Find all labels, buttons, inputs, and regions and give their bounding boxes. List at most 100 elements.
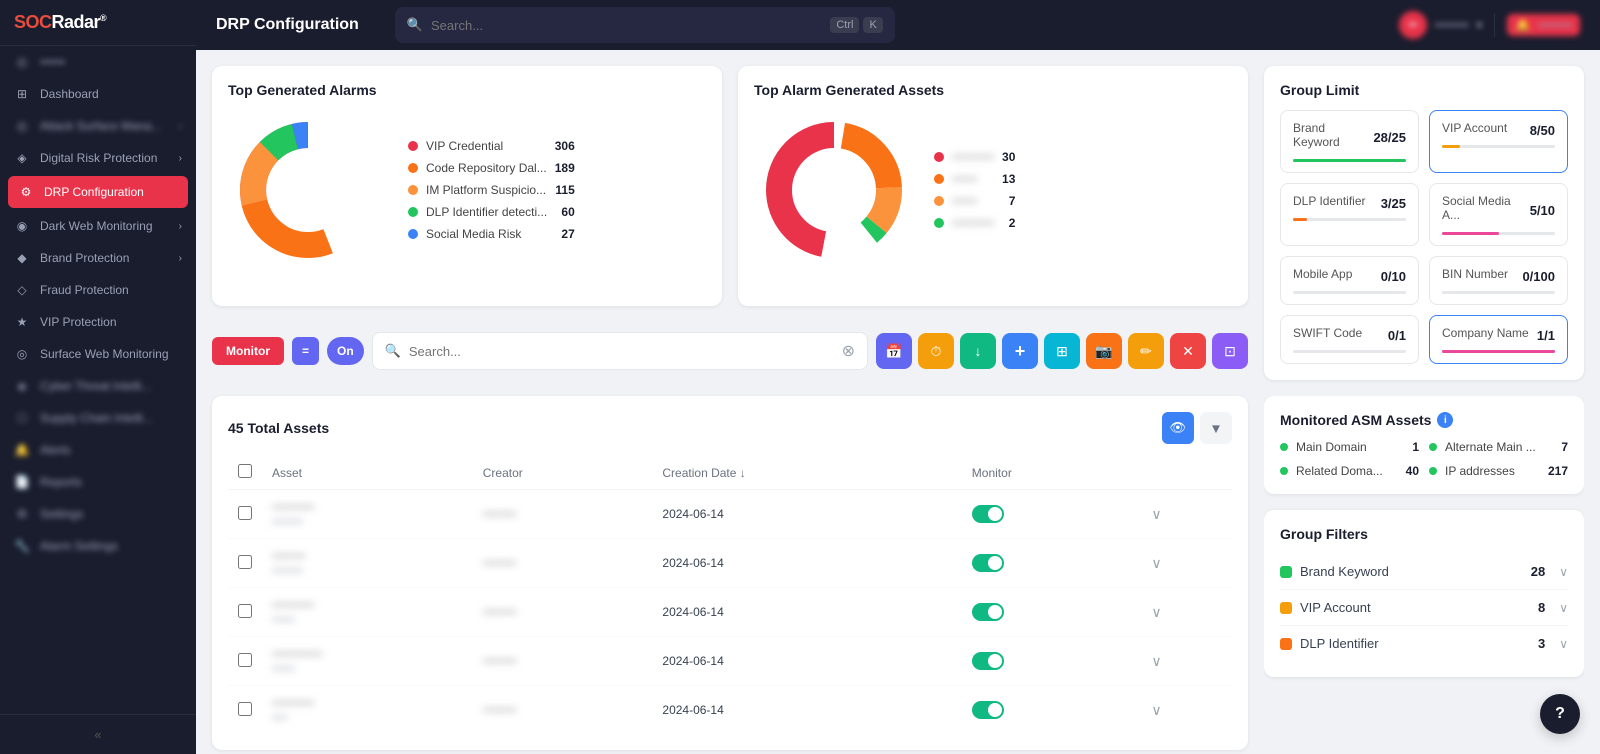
gf-vip-count: 8 (1538, 600, 1545, 615)
asset4-value: 2 (1009, 216, 1016, 230)
asm-title-text: Monitored ASM Assets (1280, 412, 1431, 428)
filter-view-button[interactable]: ▼ (1200, 412, 1232, 444)
sidebar-item-fraud-protection[interactable]: ◇ Fraud Protection (0, 274, 196, 306)
select-all-checkbox[interactable] (238, 464, 252, 478)
top-alarms-title: Top Generated Alarms (228, 82, 706, 98)
delete-button[interactable]: ✕ (1170, 333, 1206, 369)
filter-search-input[interactable] (409, 344, 834, 359)
legend-item: •••••••••• 2 (934, 216, 1015, 230)
page-title: DRP Configuration (216, 16, 359, 34)
creation-date: 2024-06-14 (652, 588, 961, 637)
user-menu[interactable]: •• •••••••• ▾ (1399, 11, 1483, 39)
ip-addresses-count: 217 (1548, 464, 1568, 478)
row-checkbox[interactable] (238, 653, 252, 667)
gl-dlp-identifier[interactable]: DLP Identifier 3/25 (1280, 183, 1419, 246)
add-button[interactable]: + (1002, 333, 1038, 369)
monitor-toggle[interactable] (972, 505, 1004, 523)
timer-button[interactable]: ⏱ (918, 333, 954, 369)
grid-button[interactable]: ⊞ (1044, 333, 1080, 369)
monitor-button[interactable]: Monitor (212, 337, 284, 365)
edit-button[interactable]: ✏ (1128, 333, 1164, 369)
monitor-toggle[interactable] (972, 701, 1004, 719)
monitor-toggle[interactable] (972, 603, 1004, 621)
gf-dlp-count: 3 (1538, 636, 1545, 651)
sidebar-item-digital-risk[interactable]: ◈ Digital Risk Protection › (0, 142, 196, 174)
sidebar-item-label: Fraud Protection (40, 283, 129, 297)
filter-search-bar[interactable]: 🔍 ⊗ (372, 332, 868, 370)
digital-risk-icon: ◈ (14, 151, 30, 165)
dlp-dot (408, 207, 418, 217)
gl-brand-keyword[interactable]: Brand Keyword 28/25 (1280, 110, 1419, 173)
row-checkbox[interactable] (238, 702, 252, 716)
group-filters-list: Brand Keyword 28 ∨ VIP Account 8 ∨ DLP I… (1280, 554, 1568, 661)
download-button[interactable]: ↓ (960, 333, 996, 369)
calendar-button[interactable]: 📅 (876, 333, 912, 369)
expand-row-btn[interactable]: ∨ (1151, 653, 1161, 670)
monitor-toggle[interactable] (972, 652, 1004, 670)
gf-brand-keyword[interactable]: Brand Keyword 28 ∨ (1280, 554, 1568, 590)
expand-row-btn[interactable]: ∨ (1151, 555, 1161, 572)
row-checkbox[interactable] (238, 604, 252, 618)
chevron-right-icon: › (179, 221, 182, 232)
logo: SOCRadar® (0, 0, 196, 46)
filter-action-buttons: 📅 ⏱ ↓ + ⊞ 📷 ✏ ✕ ⊡ (876, 333, 1248, 369)
sidebar-item-drp-config[interactable]: ⚙ DRP Configuration (8, 176, 188, 208)
expand-row-btn[interactable]: ∨ (1151, 506, 1161, 523)
k-key: K (863, 17, 882, 33)
gl-bin-number[interactable]: BIN Number 0/100 (1429, 256, 1568, 305)
sidebar-item-vip-protection[interactable]: ★ VIP Protection (0, 306, 196, 338)
equals-button[interactable]: = (292, 337, 319, 365)
sidebar-item-blurred: ◎ •••••• (0, 46, 196, 78)
sidebar-item-dashboard[interactable]: ⊞ Dashboard (0, 78, 196, 110)
gf-dlp-identifier[interactable]: DLP Identifier 3 ∨ (1280, 626, 1568, 661)
sidebar-item-attack-surface[interactable]: ◎ Attack Surface Mana... › (0, 110, 196, 142)
sidebar-item-brand-protection[interactable]: ◆ Brand Protection › (0, 242, 196, 274)
gl-swift-code[interactable]: SWIFT Code 0/1 (1280, 315, 1419, 364)
sidebar-item-alarm-settings: 🔧 Alarm Settings (0, 530, 196, 562)
row-checkbox[interactable] (238, 506, 252, 520)
help-button[interactable]: ? (1540, 694, 1580, 734)
alarms-legend: VIP Credential 306 Code Repository Dal..… (408, 139, 575, 241)
monitor-toggle[interactable] (972, 554, 1004, 572)
expand-row-btn[interactable]: ∨ (1151, 702, 1161, 719)
chevron-down-icon: ∨ (1559, 637, 1568, 651)
sidebar-collapse-btn[interactable]: « (0, 714, 196, 754)
gl-brand-keyword-label: Brand Keyword (1293, 121, 1373, 149)
camera-button[interactable]: 📷 (1086, 333, 1122, 369)
fraud-protection-icon: ◇ (14, 283, 30, 297)
dlp-value: 60 (561, 205, 574, 219)
gl-social-media[interactable]: Social Media A... 5/10 (1429, 183, 1568, 246)
clear-search-icon[interactable]: ⊗ (842, 341, 855, 361)
on-button[interactable]: On (327, 337, 364, 365)
table-row: •••••••••••••••••• •••••••• 2024-06-14 ∨ (228, 637, 1232, 686)
notification-btn[interactable]: 🔔 •••••••• (1507, 14, 1580, 36)
search-bar[interactable]: 🔍 Ctrl K (395, 7, 895, 43)
row-checkbox[interactable] (238, 555, 252, 569)
info-icon: i (1437, 412, 1453, 428)
asset-table-card: 45 Total Assets 👁 ▼ Asset Creator Creati… (212, 396, 1248, 750)
search-input[interactable] (431, 18, 822, 33)
gl-bin-value: 0/100 (1522, 269, 1555, 284)
sidebar-item-dark-web[interactable]: ◉ Dark Web Monitoring › (0, 210, 196, 242)
gl-company-name[interactable]: Company Name 1/1 (1429, 315, 1568, 364)
gl-bar-fill (1293, 159, 1406, 162)
gl-mobile-app[interactable]: Mobile App 0/10 (1280, 256, 1419, 305)
sidebar-item-settings: ⚙ Settings (0, 498, 196, 530)
gf-vip-account[interactable]: VIP Account 8 ∨ (1280, 590, 1568, 626)
monitor-col-header: Monitor (962, 456, 1142, 490)
eye-view-button[interactable]: 👁 (1162, 412, 1194, 444)
sidebar-icon: ◎ (14, 55, 30, 69)
gl-vip-account[interactable]: VIP Account 8/50 (1429, 110, 1568, 173)
sidebar-item-label: Settings (40, 507, 83, 521)
legend-item: Code Repository Dal... 189 (408, 161, 575, 175)
gl-bar (1442, 350, 1555, 353)
expand-row-btn[interactable]: ∨ (1151, 604, 1161, 621)
table-row: •••••••••••••••• •••••••• 2024-06-14 ∨ (228, 539, 1232, 588)
group-limit-grid: Brand Keyword 28/25 VIP Account 8/50 DLP… (1280, 110, 1568, 364)
sidebar-item-surface-web[interactable]: ◎ Surface Web Monitoring (0, 338, 196, 370)
im-platform-dot (408, 185, 418, 195)
gl-bar-fill (1442, 232, 1499, 235)
export-button[interactable]: ⊡ (1212, 333, 1248, 369)
gl-vip-value: 8/50 (1530, 123, 1555, 138)
creation-date: 2024-06-14 (652, 539, 961, 588)
